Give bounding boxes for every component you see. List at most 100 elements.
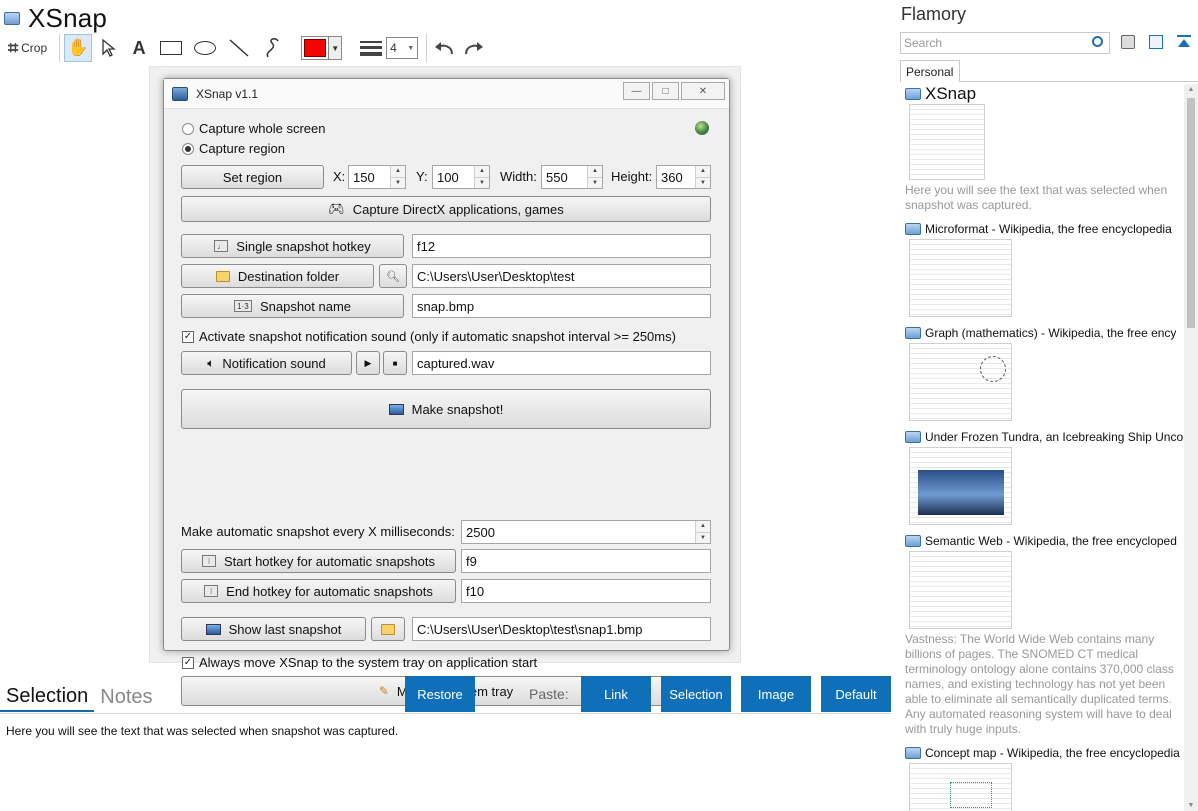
destination-folder-button[interactable]: Destination folder <box>181 264 374 288</box>
single-hotkey-button[interactable]: ♩ Single snapshot hotkey <box>181 234 404 258</box>
spin-down-icon[interactable]: ▼ <box>696 176 710 188</box>
camera-icon[interactable] <box>1121 35 1135 49</box>
minimize-button[interactable]: — <box>623 82 650 100</box>
snapshot-thumbnail[interactable] <box>909 551 1012 629</box>
line-width-control[interactable]: 4 ▼ <box>360 34 419 62</box>
y-value: 100 <box>437 169 459 185</box>
spin-up-icon[interactable]: ▲ <box>696 166 710 177</box>
list-item[interactable]: Concept map - Wikipedia, the free encycl… <box>905 743 1183 811</box>
spin-up-icon[interactable]: ▲ <box>696 521 710 532</box>
set-region-button[interactable]: Set region <box>181 165 324 189</box>
snapshot-name-button[interactable]: 1·3 Snapshot name <box>181 294 404 318</box>
play-sound-button[interactable]: ▶ <box>356 351 380 375</box>
close-button[interactable]: ✕ <box>681 82 725 100</box>
text-tool-button[interactable]: A <box>126 34 152 62</box>
select-tool-button[interactable] <box>96 34 122 62</box>
line-width-select[interactable]: 4 ▼ <box>386 37 419 59</box>
scroll-down-icon[interactable]: ▼ <box>1187 802 1195 809</box>
capture-whole-screen-radio[interactable]: Capture whole screen <box>182 121 325 136</box>
snapshot-thumbnail[interactable] <box>909 763 1012 811</box>
notification-sound-button[interactable]: 🔈︎ Notification sound <box>181 351 352 375</box>
notification-sound-input[interactable]: captured.wav <box>412 351 711 375</box>
scroll-up-icon[interactable]: ▲ <box>1187 86 1195 93</box>
auto-interval-spinner[interactable]: ▲ ▼ <box>695 521 710 543</box>
rectangle-tool-button[interactable] <box>156 34 186 62</box>
snapshot-canvas[interactable]: XSnap v1.1 — □ ✕ Capture whole screen Ca… <box>149 66 741 706</box>
snapshot-thumbnail[interactable] <box>909 239 1012 317</box>
height-spinner[interactable]: ▲ ▼ <box>695 166 710 188</box>
search-icon[interactable] <box>1092 36 1103 47</box>
list-item[interactable]: Semantic Web - Wikipedia, the free encyc… <box>905 531 1183 737</box>
paste-image-button[interactable]: Image <box>741 676 811 712</box>
height-input[interactable]: 360 ▲ ▼ <box>656 165 711 189</box>
single-hotkey-input[interactable]: f12 <box>412 234 711 258</box>
snapshot-thumbnail[interactable] <box>909 104 985 180</box>
width-spinner[interactable]: ▲ ▼ <box>587 166 602 188</box>
y-spinner[interactable]: ▲ ▼ <box>474 166 489 188</box>
list-scrollbar[interactable]: ▲ ▼ <box>1184 84 1198 811</box>
search-input[interactable]: Search <box>900 32 1110 54</box>
make-snapshot-button[interactable]: Make snapshot! <box>181 389 711 429</box>
capture-directx-button[interactable]: 🎮︎ Capture DirectX applications, games <box>181 196 711 222</box>
paste-selection-button[interactable]: Selection <box>661 676 731 712</box>
snapshot-thumbnail[interactable] <box>909 447 1012 525</box>
scrollbar-thumb[interactable] <box>1187 98 1195 328</box>
capture-region-radio[interactable]: Capture region <box>182 141 285 156</box>
stop-sound-button[interactable]: ■ <box>383 351 407 375</box>
x-input[interactable]: 150 ▲ ▼ <box>348 165 406 189</box>
line-tool-button[interactable] <box>224 34 254 62</box>
start-hotkey-button[interactable]: ⁝ Start hotkey for automatic snapshots <box>181 549 456 573</box>
browse-folder-button[interactable]: 🔍︎ <box>379 264 407 288</box>
upload-icon[interactable] <box>1177 35 1191 49</box>
tray-on-start-checkbox[interactable]: ✓ Always move XSnap to the system tray o… <box>182 655 537 670</box>
spin-up-icon[interactable]: ▲ <box>588 166 602 177</box>
single-hotkey-label: Single snapshot hotkey <box>236 238 371 254</box>
start-hotkey-input[interactable]: f9 <box>461 549 711 573</box>
tab-notes[interactable]: Notes <box>94 682 158 712</box>
freehand-tool-button[interactable] <box>258 34 288 62</box>
paste-default-button[interactable]: Default <box>821 676 891 712</box>
spin-up-icon[interactable]: ▲ <box>475 166 489 177</box>
end-hotkey-value: f10 <box>466 583 485 599</box>
undo-button[interactable] <box>431 34 457 62</box>
width-input[interactable]: 550 ▲ ▼ <box>541 165 603 189</box>
end-hotkey-input[interactable]: f10 <box>461 579 711 603</box>
text-icon: A <box>132 37 146 58</box>
list-item[interactable]: Microformat - Wikipedia, the free encycl… <box>905 219 1183 317</box>
spin-down-icon[interactable]: ▼ <box>696 531 710 543</box>
show-last-snapshot-button[interactable]: Show last snapshot <box>181 617 366 641</box>
spin-down-icon[interactable]: ▼ <box>475 176 489 188</box>
globe-icon[interactable] <box>695 121 709 135</box>
list-item-title: Semantic Web - Wikipedia, the free encyc… <box>925 534 1177 548</box>
paste-link-button[interactable]: Link <box>581 676 651 712</box>
auto-interval-input[interactable]: 2500 ▲ ▼ <box>461 520 711 544</box>
toolbar-separator <box>59 34 61 62</box>
tab-personal[interactable]: Personal <box>900 60 960 82</box>
last-snapshot-input[interactable]: C:\Users\User\Desktop\test\snap1.bmp <box>412 617 711 641</box>
color-picker[interactable]: ▼ <box>301 36 343 60</box>
restore-button[interactable]: Restore <box>405 676 475 712</box>
y-label: Y: <box>416 169 428 184</box>
crop-button[interactable]: ⌗ Crop <box>4 34 51 62</box>
list-item[interactable]: Graph (mathematics) - Wikipedia, the fre… <box>905 323 1183 421</box>
snapshot-name-input[interactable]: snap.bmp <box>412 294 711 318</box>
redo-button[interactable] <box>461 34 487 62</box>
spin-down-icon[interactable]: ▼ <box>391 176 405 188</box>
hand-tool-button[interactable]: ✋ <box>64 34 93 62</box>
spin-up-icon[interactable]: ▲ <box>391 166 405 177</box>
list-item[interactable]: Under Frozen Tundra, an Icebreaking Ship… <box>905 427 1183 525</box>
list-item-title: Microformat - Wikipedia, the free encycl… <box>925 222 1172 236</box>
destination-folder-input[interactable]: C:\Users\User\Desktop\test <box>412 264 711 288</box>
y-input[interactable]: 100 ▲ ▼ <box>432 165 490 189</box>
list-item[interactable]: XSnap Here you will see the text that wa… <box>905 84 1183 213</box>
end-hotkey-button[interactable]: ⁝ End hotkey for automatic snapshots <box>181 579 456 603</box>
ellipse-tool-button[interactable] <box>190 34 220 62</box>
snapshot-thumbnail[interactable] <box>909 343 1012 421</box>
open-snapshot-folder-button[interactable] <box>371 617 405 641</box>
maximize-button[interactable]: □ <box>652 82 679 100</box>
notification-sound-checkbox[interactable]: ✓ Activate snapshot notification sound (… <box>182 329 676 344</box>
tab-selection[interactable]: Selection <box>0 682 95 712</box>
document-icon[interactable] <box>1149 35 1163 49</box>
spin-down-icon[interactable]: ▼ <box>588 176 602 188</box>
x-spinner[interactable]: ▲ ▼ <box>390 166 405 188</box>
